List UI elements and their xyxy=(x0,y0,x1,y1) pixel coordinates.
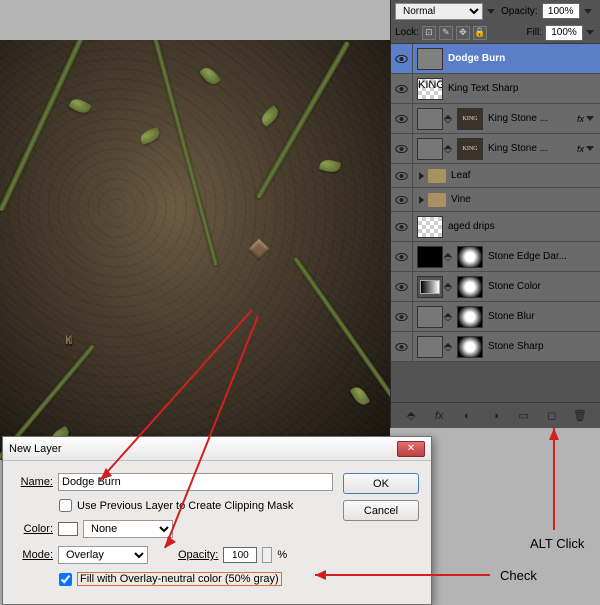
cancel-button[interactable]: Cancel xyxy=(343,500,419,521)
layer-thumb xyxy=(417,48,443,70)
color-select[interactable]: None xyxy=(83,520,173,538)
mask-thumb xyxy=(457,276,483,298)
folder-icon xyxy=(428,193,446,207)
link-icon[interactable]: ⬘ xyxy=(443,310,453,323)
layer-name: King Stone ... xyxy=(488,143,577,154)
layer-style-icon[interactable]: fx xyxy=(430,410,448,422)
layer-row[interactable]: Dodge Burn xyxy=(391,44,600,74)
color-label: Color: xyxy=(13,523,53,535)
layer-name: Leaf xyxy=(451,170,596,181)
mode-select[interactable]: Overlay xyxy=(58,546,148,564)
new-layer-icon[interactable]: ◻ xyxy=(543,409,561,422)
visibility-icon[interactable] xyxy=(391,185,413,215)
link-icon[interactable]: ⬘ xyxy=(443,340,453,353)
lock-pixels-icon[interactable]: ✎ xyxy=(439,26,453,40)
color-swatch xyxy=(58,522,78,536)
layer-name: aged drips xyxy=(448,221,596,232)
delete-layer-icon[interactable]: 🗑 xyxy=(571,409,589,422)
lock-transparent-icon[interactable]: ⊡ xyxy=(422,26,436,40)
lock-all-icon[interactable]: 🔒 xyxy=(473,26,487,40)
lock-label: Lock: xyxy=(395,27,419,38)
fx-badge[interactable]: fx xyxy=(577,144,584,154)
layer-row[interactable]: ⬘ Stone Edge Dar... xyxy=(391,242,600,272)
new-layer-dialog: New Layer ✕ Name: Use Previous Layer to … xyxy=(2,436,432,605)
alt-click-annotation: ALT Click xyxy=(530,536,584,551)
visibility-icon[interactable] xyxy=(391,134,413,164)
blend-mode-select[interactable]: Normal xyxy=(395,3,483,20)
adjustment-layer-icon[interactable]: ◑ xyxy=(486,410,504,422)
fill-neutral-label: Fill with Overlay-neutral color (50% gra… xyxy=(77,572,282,586)
mask-thumb xyxy=(457,306,483,328)
fill-neutral-checkbox[interactable] xyxy=(59,573,72,586)
layer-row[interactable]: KING King Text Sharp xyxy=(391,74,600,104)
visibility-icon[interactable] xyxy=(391,332,413,362)
close-icon[interactable]: ✕ xyxy=(397,441,425,457)
mask-thumb xyxy=(457,246,483,268)
link-icon[interactable]: ⬘ xyxy=(443,250,453,263)
name-label: Name: xyxy=(13,476,53,488)
layers-bottom-bar: ⬘ fx ◐ ◑ ▭ ◻ 🗑 xyxy=(391,402,600,428)
layer-thumb xyxy=(417,108,443,130)
fill-label: Fill: xyxy=(526,27,542,38)
link-icon[interactable]: ⬘ xyxy=(443,280,453,293)
layer-thumb xyxy=(417,336,443,358)
fill-input[interactable] xyxy=(545,25,583,41)
dialog-title: New Layer xyxy=(9,443,62,455)
layer-name: King Stone ... xyxy=(488,113,577,124)
fx-badge[interactable]: fx xyxy=(577,114,584,124)
ok-button[interactable]: OK xyxy=(343,473,419,494)
layer-name: Vine xyxy=(451,194,596,205)
layer-group-icon[interactable]: ▭ xyxy=(515,409,533,422)
expand-icon[interactable] xyxy=(419,196,424,204)
layer-thumb xyxy=(417,138,443,160)
visibility-icon[interactable] xyxy=(391,302,413,332)
mode-label: Mode: xyxy=(13,549,53,561)
layer-row[interactable]: ⬘ Stone Blur xyxy=(391,302,600,332)
layer-row[interactable]: aged drips xyxy=(391,212,600,242)
layer-thumb xyxy=(417,306,443,328)
document-canvas: Kin xyxy=(0,40,390,460)
opacity-input[interactable] xyxy=(542,3,580,19)
layer-mask-icon[interactable]: ◐ xyxy=(458,410,476,422)
visibility-icon[interactable] xyxy=(391,104,413,134)
layer-row[interactable]: ⬘ Stone Sharp xyxy=(391,332,600,362)
expand-icon[interactable] xyxy=(419,172,424,180)
layer-row[interactable]: ⬘KINGKing Stone ...fx xyxy=(391,134,600,164)
clipping-label: Use Previous Layer to Create Clipping Ma… xyxy=(77,500,293,512)
opacity-label: Opacity: xyxy=(501,6,538,17)
dlg-opacity-label: Opacity: xyxy=(178,549,218,561)
folder-icon xyxy=(428,169,446,183)
mask-thumb: KING xyxy=(457,108,483,130)
layer-row[interactable]: Leaf xyxy=(391,164,600,188)
layer-name: King Text Sharp xyxy=(448,83,596,94)
mask-thumb: KING xyxy=(457,138,483,160)
visibility-icon[interactable] xyxy=(391,74,413,104)
layer-row[interactable]: ⬘ Stone Color xyxy=(391,272,600,302)
layers-panel: Normal Opacity: Lock: ⊡ ✎ ✥ 🔒 Fill: Dodg… xyxy=(390,0,600,428)
layer-thumb xyxy=(417,276,443,298)
opacity-slider-icon[interactable] xyxy=(262,547,272,563)
visibility-icon[interactable] xyxy=(391,44,413,74)
layer-name-input[interactable] xyxy=(58,473,333,491)
dlg-opacity-input[interactable] xyxy=(223,547,257,563)
visibility-icon[interactable] xyxy=(391,242,413,272)
layer-name: Stone Blur xyxy=(488,311,596,322)
check-annotation: Check xyxy=(500,568,537,583)
mask-thumb xyxy=(457,336,483,358)
layer-thumb xyxy=(417,246,443,268)
layer-row[interactable]: Vine xyxy=(391,188,600,212)
visibility-icon[interactable] xyxy=(391,212,413,242)
layer-name: Stone Sharp xyxy=(488,341,596,352)
layer-name: Dodge Burn xyxy=(448,53,596,64)
layer-name: Stone Color xyxy=(488,281,596,292)
lock-position-icon[interactable]: ✥ xyxy=(456,26,470,40)
layer-thumb xyxy=(417,216,443,238)
layer-row[interactable]: ⬘KINGKing Stone ...fx xyxy=(391,104,600,134)
link-layers-icon[interactable]: ⬘ xyxy=(402,409,420,422)
clipping-mask-checkbox[interactable] xyxy=(59,499,72,512)
king-text: Kin xyxy=(65,260,68,366)
visibility-icon[interactable] xyxy=(391,272,413,302)
layer-thumb: KING xyxy=(417,78,443,100)
layer-name: Stone Edge Dar... xyxy=(488,251,596,262)
